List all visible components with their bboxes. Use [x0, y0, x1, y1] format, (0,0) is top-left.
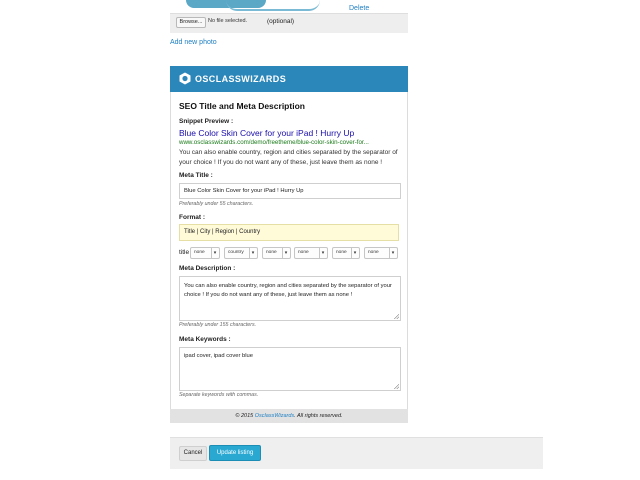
brand-logo: OSCLASSWIZARDS	[195, 74, 287, 84]
resize-handle-icon[interactable]	[394, 314, 399, 319]
format-input[interactable]: Title | City | Region | Country	[179, 224, 399, 241]
format-select-6[interactable]: none ▾	[364, 247, 398, 259]
chevron-down-icon: ▾	[211, 248, 218, 258]
format-select-1-value: none	[194, 250, 205, 255]
meta-keywords-hint: Separate keywords with commas.	[179, 392, 259, 398]
meta-keywords-label: Meta Keywords :	[179, 336, 231, 343]
chevron-down-icon: ▾	[319, 248, 326, 258]
update-listing-button[interactable]: Update listing	[209, 445, 261, 461]
format-select-5-value: none	[336, 250, 347, 255]
format-select-4[interactable]: none ▾	[294, 247, 328, 259]
snippet-title: Blue Color Skin Cover for your iPad ! Hu…	[179, 128, 355, 138]
format-select-4-value: none	[298, 250, 309, 255]
chevron-down-icon: ▾	[249, 248, 256, 258]
meta-description-hint: Preferably under 155 characters.	[179, 322, 257, 328]
snippet-preview-label: Snippet Preview :	[179, 118, 234, 125]
chevron-down-icon: ▾	[389, 248, 396, 258]
meta-description-label: Meta Description :	[179, 265, 236, 272]
panel-footer: © 2015 OsclassWizards. All rights reserv…	[170, 409, 408, 423]
footer-copyright: © 2015	[235, 413, 255, 419]
logo-icon	[179, 72, 191, 85]
delete-photo-link[interactable]: Delete	[349, 5, 369, 12]
meta-title-hint: Preferably under 55 characters.	[179, 201, 254, 207]
add-photo-link[interactable]: Add new photo	[170, 39, 217, 46]
snippet-url: www.osclasswizards.com/demo/freetheme/bl…	[179, 139, 369, 146]
snippet-description: You can also enable country, region and …	[179, 149, 398, 166]
meta-title-input[interactable]: Blue Color Skin Cover for your iPad ! Hu…	[179, 183, 401, 199]
file-status: No file selected.	[208, 18, 248, 24]
meta-description-textarea[interactable]: You can also enable country, region and …	[179, 276, 401, 321]
meta-title-label: Meta Title :	[179, 172, 213, 179]
format-row-label: title	[179, 249, 190, 256]
meta-description-value: You can also enable country, region and …	[184, 283, 392, 298]
meta-keywords-textarea[interactable]: ipad cover, ipad cover blue	[179, 347, 401, 391]
format-select-3-value: none	[266, 250, 277, 255]
format-select-5[interactable]: none ▾	[332, 247, 360, 259]
footer-rights: . All rights reserved.	[294, 413, 343, 419]
format-select-2[interactable]: country ▾	[224, 247, 258, 259]
chevron-down-icon: ▾	[351, 248, 358, 258]
footer-brand-link[interactable]: OsclassWizards	[255, 413, 294, 419]
photo-thumbnail-edge	[226, 0, 320, 11]
format-select-1[interactable]: none ▾	[190, 247, 220, 259]
cancel-button[interactable]: Cancel	[179, 446, 207, 461]
format-select-2-value: country	[228, 250, 244, 255]
browse-button[interactable]: Browse...	[176, 17, 206, 28]
chevron-down-icon: ▾	[282, 248, 289, 258]
meta-keywords-value: ipad cover, ipad cover blue	[184, 353, 253, 359]
optional-label: (optional)	[267, 18, 295, 25]
panel-title: SEO Title and Meta Description	[179, 101, 305, 111]
resize-handle-icon[interactable]	[394, 384, 399, 389]
format-select-6-value: none	[368, 250, 379, 255]
format-select-3[interactable]: none ▾	[262, 247, 291, 259]
format-label: Format :	[179, 214, 205, 221]
